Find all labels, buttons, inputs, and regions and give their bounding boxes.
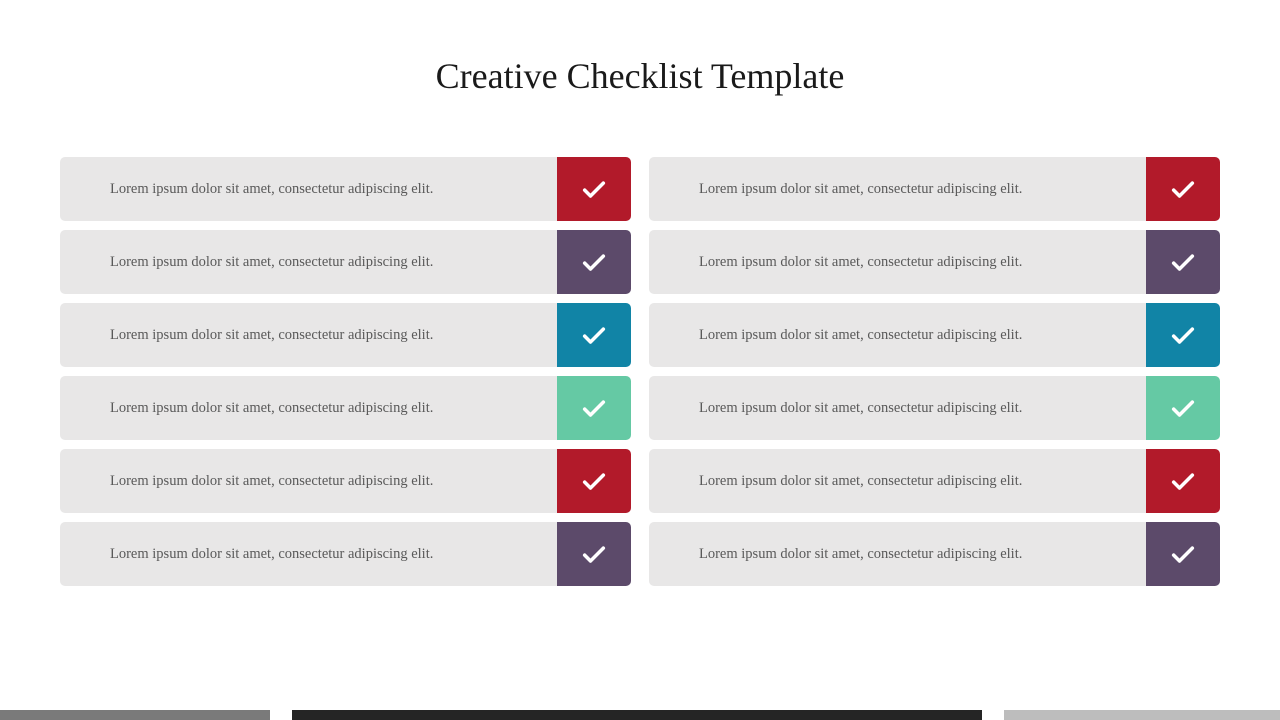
right-column: Lorem ipsum dolor sit amet, consectetur … [649, 157, 1220, 586]
check-icon [1146, 303, 1220, 367]
checklist-item-text: Lorem ipsum dolor sit amet, consectetur … [60, 376, 557, 440]
checklist-item-text: Lorem ipsum dolor sit amet, consectetur … [649, 303, 1146, 367]
checklist-item-text: Lorem ipsum dolor sit amet, consectetur … [60, 230, 557, 294]
check-icon [1146, 449, 1220, 513]
checklist-item: Lorem ipsum dolor sit amet, consectetur … [60, 230, 631, 294]
checklist-item-text: Lorem ipsum dolor sit amet, consectetur … [60, 522, 557, 586]
check-icon [557, 376, 631, 440]
check-icon [557, 303, 631, 367]
checklist-item: Lorem ipsum dolor sit amet, consectetur … [649, 303, 1220, 367]
check-icon [1146, 522, 1220, 586]
checklist-item: Lorem ipsum dolor sit amet, consectetur … [60, 303, 631, 367]
checklist-item-text: Lorem ipsum dolor sit amet, consectetur … [649, 522, 1146, 586]
checklist-item: Lorem ipsum dolor sit amet, consectetur … [60, 522, 631, 586]
checklist-item-text: Lorem ipsum dolor sit amet, consectetur … [60, 449, 557, 513]
checklist-item: Lorem ipsum dolor sit amet, consectetur … [649, 157, 1220, 221]
checklist-item: Lorem ipsum dolor sit amet, consectetur … [649, 376, 1220, 440]
checklist-item-text: Lorem ipsum dolor sit amet, consectetur … [649, 449, 1146, 513]
checklist-item: Lorem ipsum dolor sit amet, consectetur … [649, 230, 1220, 294]
check-icon [1146, 230, 1220, 294]
checklist-item: Lorem ipsum dolor sit amet, consectetur … [60, 157, 631, 221]
checklist-item-text: Lorem ipsum dolor sit amet, consectetur … [649, 376, 1146, 440]
checklist-item-text: Lorem ipsum dolor sit amet, consectetur … [649, 157, 1146, 221]
check-icon [557, 157, 631, 221]
slide-title: Creative Checklist Template [60, 55, 1220, 97]
check-icon [1146, 157, 1220, 221]
checklist-item-text: Lorem ipsum dolor sit amet, consectetur … [649, 230, 1146, 294]
checklist-item-text: Lorem ipsum dolor sit amet, consectetur … [60, 157, 557, 221]
checklist-item: Lorem ipsum dolor sit amet, consectetur … [60, 449, 631, 513]
checklist-columns: Lorem ipsum dolor sit amet, consectetur … [60, 157, 1220, 586]
checklist-item: Lorem ipsum dolor sit amet, consectetur … [60, 376, 631, 440]
left-column: Lorem ipsum dolor sit amet, consectetur … [60, 157, 631, 586]
check-icon [557, 522, 631, 586]
checklist-item: Lorem ipsum dolor sit amet, consectetur … [649, 522, 1220, 586]
check-icon [557, 449, 631, 513]
check-icon [557, 230, 631, 294]
checklist-item-text: Lorem ipsum dolor sit amet, consectetur … [60, 303, 557, 367]
footer-decoration [0, 710, 1280, 720]
checklist-item: Lorem ipsum dolor sit amet, consectetur … [649, 449, 1220, 513]
check-icon [1146, 376, 1220, 440]
